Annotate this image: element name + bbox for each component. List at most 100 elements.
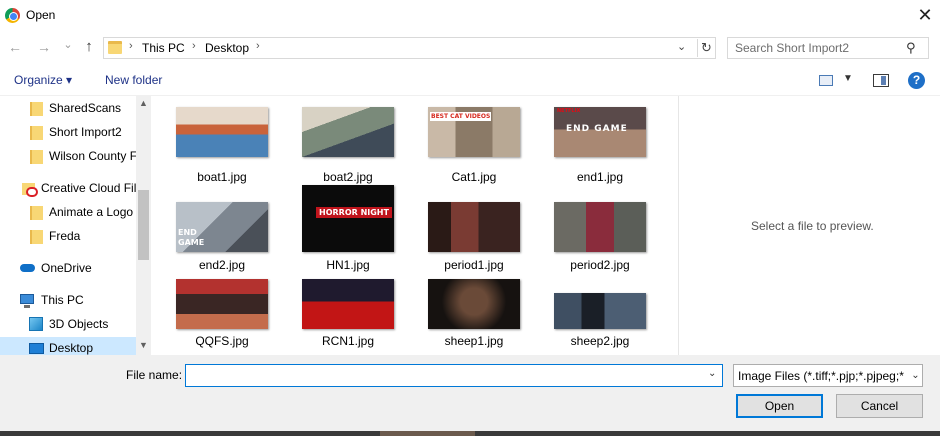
sidebar-item-short-import2[interactable]: Short Import2: [0, 121, 136, 143]
file-item-sheep1[interactable]: sheep1.jpg: [428, 278, 538, 355]
thumbnail-overlay-text: HORROR NIGHT: [316, 207, 392, 218]
search-icon[interactable]: ⚲: [906, 40, 916, 56]
sidebar-item-label: Desktop: [49, 341, 94, 355]
pc-icon: [20, 294, 34, 308]
file-name: period2.jpg: [570, 258, 630, 272]
command-bar: Organize ▾ New folder ▼ ?: [0, 65, 940, 96]
file-name: sheep1.jpg: [444, 334, 504, 348]
file-name-chevron-icon[interactable]: ⌄: [708, 368, 716, 379]
breadcrumb-separator-icon[interactable]: ›: [256, 40, 260, 52]
dialog-title: Open: [26, 8, 56, 22]
open-button[interactable]: Open: [736, 394, 823, 418]
up-arrow-icon[interactable]: ↑: [80, 38, 98, 56]
change-view-icon[interactable]: [819, 75, 833, 86]
netflix-badge: NETFLIX: [557, 108, 581, 114]
folder-icon: [30, 230, 43, 244]
cancel-button[interactable]: Cancel: [836, 394, 923, 418]
background-taskbar-edge: [0, 431, 940, 436]
sidebar-item-sharedscans[interactable]: SharedScans: [0, 97, 136, 119]
search-placeholder: Search Short Import2: [735, 41, 850, 55]
recent-locations-chevron-icon[interactable]: ⌄: [59, 36, 77, 54]
file-thumbnail: [302, 279, 394, 329]
close-icon[interactable]: ✕: [912, 3, 938, 27]
sidebar-item-animate-a-logo[interactable]: Animate a Logo: [0, 201, 136, 223]
file-list: boat1.jpg boat2.jpg BEST CAT VIDEOS Cat1…: [151, 96, 678, 355]
back-arrow-icon[interactable]: ←: [6, 38, 24, 56]
file-item-hn1[interactable]: HORROR NIGHT HN1.jpg: [302, 184, 412, 272]
file-name: end2.jpg: [198, 258, 246, 272]
help-icon[interactable]: ?: [908, 72, 925, 89]
file-thumbnail: [554, 293, 646, 329]
scrollbar-thumb[interactable]: [138, 190, 149, 260]
file-name-input[interactable]: [188, 367, 698, 384]
preview-pane: Select a file to preview.: [678, 96, 940, 355]
forward-arrow-icon[interactable]: →: [35, 38, 53, 56]
file-item-period1[interactable]: period1.jpg: [428, 184, 538, 272]
file-item-end2[interactable]: END GAME end2.jpg: [176, 184, 286, 272]
new-folder-button[interactable]: New folder: [105, 73, 162, 87]
creative-cloud-icon: [22, 181, 38, 197]
sidebar-item-label: This PC: [41, 293, 84, 307]
file-name: period1.jpg: [444, 258, 504, 272]
file-name: HN1.jpg: [326, 258, 370, 272]
file-thumbnail: BEST CAT VIDEOS: [428, 107, 520, 157]
sidebar-item-3d-objects[interactable]: 3D Objects: [0, 313, 136, 335]
file-thumbnail: [176, 279, 268, 329]
file-name: RCN1.jpg: [321, 334, 375, 348]
file-item-qqfs[interactable]: QQFS.jpg: [176, 278, 286, 355]
breadcrumb-separator-icon: ›: [129, 40, 133, 52]
file-thumbnail: [554, 202, 646, 252]
3d-objects-icon: [29, 317, 43, 331]
sidebar-item-label: SharedScans: [49, 101, 122, 115]
scroll-down-icon[interactable]: ▼: [136, 340, 151, 350]
title-bar: Open ✕: [0, 0, 940, 31]
sidebar-item-label: Creative Cloud Fil: [41, 181, 137, 195]
sidebar-item-desktop[interactable]: Desktop: [0, 337, 136, 355]
file-item-boat1[interactable]: boat1.jpg: [176, 104, 286, 186]
file-thumbnail: [428, 279, 520, 329]
breadcrumb-this-pc[interactable]: This PC: [142, 41, 185, 55]
file-item-end1[interactable]: NETFLIX END GAME end1.jpg: [554, 104, 664, 186]
view-options-chevron-icon[interactable]: ▼: [843, 73, 853, 84]
preview-pane-icon[interactable]: [873, 74, 889, 87]
breadcrumb-separator-icon: ›: [192, 40, 196, 52]
sidebar-item-label: Short Import2: [49, 125, 122, 139]
sidebar-item-freda[interactable]: Freda: [0, 225, 136, 247]
sidebar-item-label: OneDrive: [41, 261, 92, 275]
filter-chevron-icon[interactable]: ⌄: [908, 365, 922, 386]
navigation-pane: SharedScans Short Import2 Wilson County …: [0, 96, 151, 355]
search-box[interactable]: Search Short Import2 ⚲: [727, 37, 929, 59]
thumbnail-overlay-text: BEST CAT VIDEOS: [430, 112, 492, 121]
address-history-chevron-icon[interactable]: ⌄: [677, 40, 686, 53]
sidebar-item-creative-cloud-files[interactable]: Creative Cloud Fil: [0, 177, 136, 199]
sidebar-item-onedrive[interactable]: OneDrive: [0, 257, 136, 279]
file-name: Cat1.jpg: [451, 170, 497, 184]
scroll-up-icon[interactable]: ▲: [136, 98, 151, 108]
file-name: end1.jpg: [576, 170, 624, 184]
folder-icon: [30, 102, 43, 116]
sidebar-item-label: Animate a Logo: [49, 205, 134, 219]
file-thumbnail: [176, 107, 268, 157]
breadcrumb-desktop[interactable]: Desktop: [205, 41, 249, 55]
thumbnail-overlay-text: END GAME: [178, 228, 205, 247]
address-bar[interactable]: › This PC › Desktop › ⌄ ↻: [103, 37, 716, 59]
sidebar-scrollbar[interactable]: ▲ ▼: [136, 96, 151, 355]
thumbnail-overlay-text: END GAME: [566, 124, 628, 134]
sidebar-item-label: 3D Objects: [49, 317, 109, 331]
file-name: QQFS.jpg: [195, 334, 249, 348]
file-item-period2[interactable]: period2.jpg: [554, 184, 664, 272]
file-item-rcn1[interactable]: RCN1.jpg: [302, 278, 412, 355]
file-type-filter-select[interactable]: Image Files (*.tiff;*.pjp;*.pjpeg;* ⌄: [733, 364, 923, 387]
file-name-field[interactable]: ⌄: [185, 364, 723, 387]
sidebar-item-wilson-county[interactable]: Wilson County F: [0, 145, 138, 167]
sidebar-item-this-pc[interactable]: This PC: [0, 289, 136, 311]
file-thumbnail: END GAME: [176, 202, 268, 252]
file-item-sheep2[interactable]: sheep2.jpg: [554, 278, 664, 355]
file-item-cat1[interactable]: BEST CAT VIDEOS Cat1.jpg: [428, 104, 538, 186]
sidebar-item-label: Wilson County F: [49, 149, 138, 163]
refresh-icon[interactable]: ↻: [697, 39, 715, 57]
folder-icon: [30, 150, 43, 164]
organize-menu-button[interactable]: Organize ▾: [14, 73, 72, 87]
dialog-footer: File name: ⌄ Image Files (*.tiff;*.pjp;*…: [0, 355, 940, 436]
file-item-boat2[interactable]: boat2.jpg: [302, 104, 412, 186]
